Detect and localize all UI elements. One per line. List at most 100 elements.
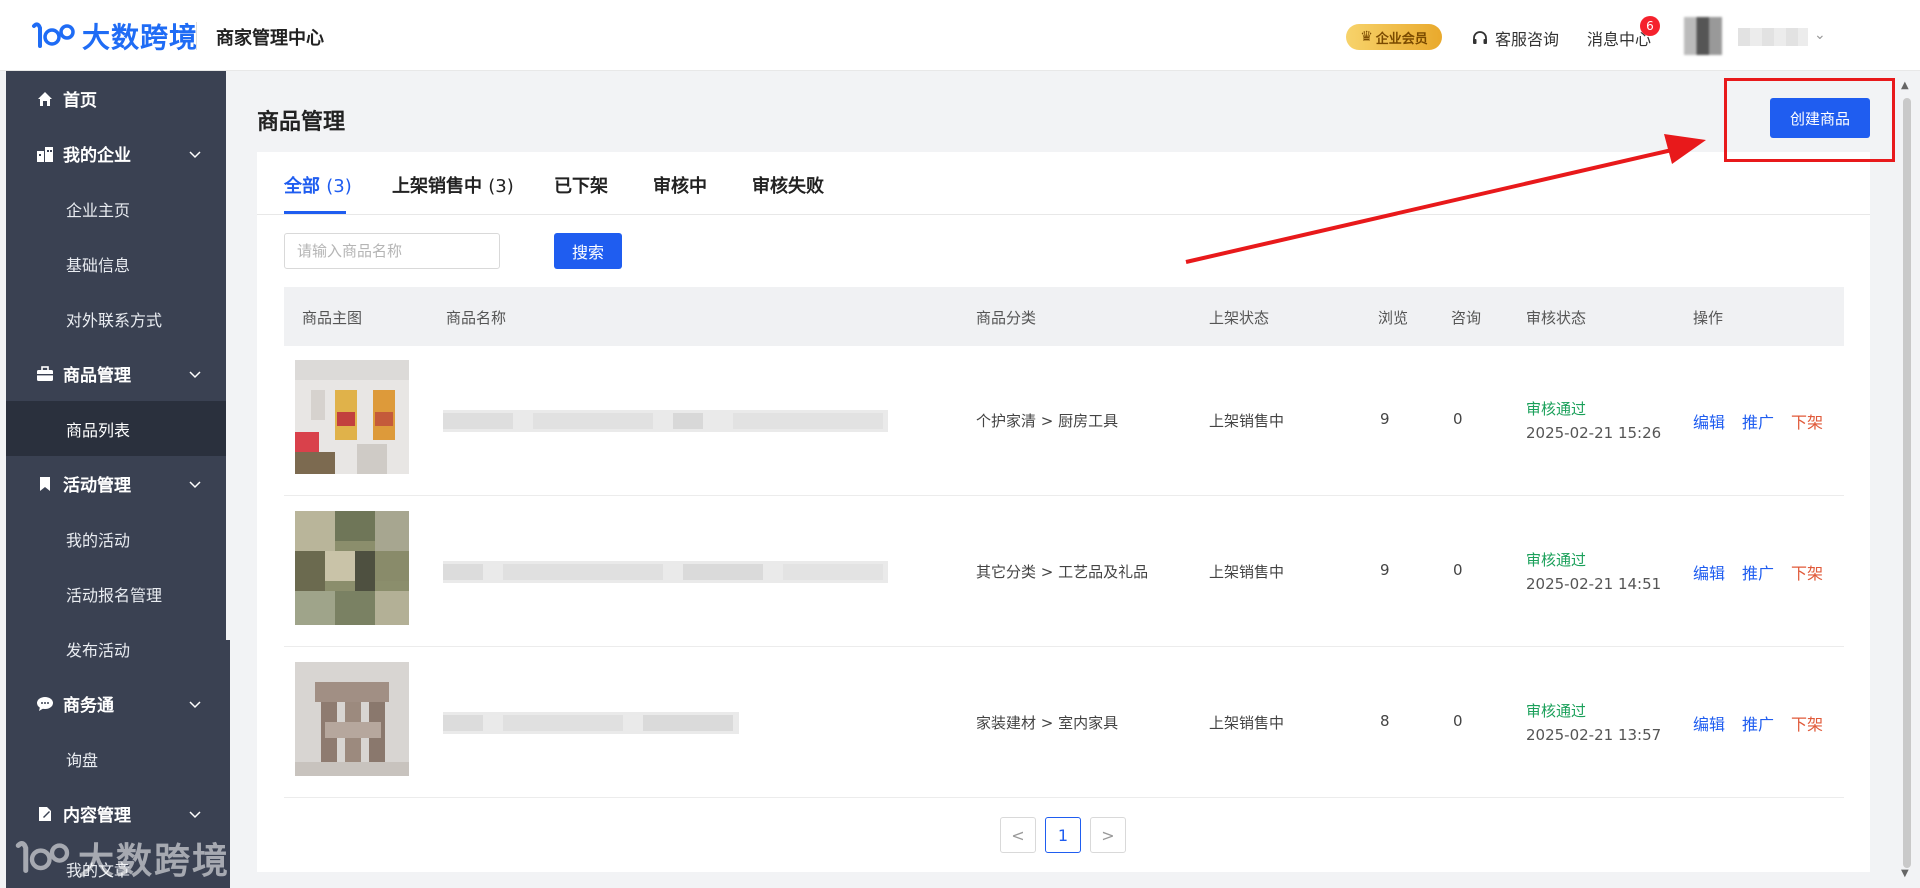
sidebar-item-company-home[interactable]: 企业主页 (6, 181, 226, 236)
sidebar-item-activity-signup[interactable]: 活动报名管理 (6, 566, 226, 621)
service-label: 客服咨询 (1495, 30, 1560, 49)
product-thumbnail[interactable] (295, 360, 409, 474)
tab-review-failed[interactable]: 审核失败 (752, 172, 824, 198)
sidebar-item-contact[interactable]: 对外联系方式 (6, 291, 226, 346)
column-header: 咨询 (1451, 309, 1482, 327)
delist-link[interactable]: 下架 (1791, 560, 1823, 584)
review-time: 2025-02-21 14:51 (1526, 575, 1662, 593)
scroll-up-icon[interactable]: ▲ (1901, 80, 1909, 91)
sidebar-item-publish-activity[interactable]: 发布活动 (6, 621, 226, 676)
brand-logo[interactable]: 大数跨境 (30, 18, 198, 54)
search-button[interactable]: 搜索 (554, 233, 622, 269)
delist-link[interactable]: 下架 (1791, 711, 1823, 735)
sidebar-item-product-management[interactable]: 商品管理 (6, 346, 226, 401)
sidebar: 首页 我的企业 企业主页 基础信息 对外联系方式 商品管理 商品列表 活动管理 … (6, 71, 226, 888)
message-count-badge: 6 (1640, 16, 1660, 36)
listing-status-cell: 上架销售中 (1209, 714, 1285, 732)
review-status: 审核通过 (1526, 551, 1587, 569)
edit-link[interactable]: 编辑 (1693, 409, 1725, 433)
views-cell: 9 (1380, 561, 1390, 579)
column-header: 审核状态 (1526, 309, 1587, 327)
chevron-down-icon (189, 810, 201, 818)
sidebar-item-basic-info[interactable]: 基础信息 (6, 236, 226, 291)
sidebar-item-inquiry[interactable]: 询盘 (6, 731, 226, 786)
status-tabs: 全部 (3) 上架销售中 (3) 已下架 审核中 审核失败 (257, 152, 1870, 215)
sidebar-item-activity-management[interactable]: 活动管理 (6, 456, 226, 511)
sidebar-item-label: 企业主页 (66, 200, 131, 220)
active-tab-indicator (284, 211, 346, 214)
table-row: 家装建材 > 室内家具 上架销售中 8 0 审核通过 2025-02-21 13… (284, 648, 1844, 798)
sidebar-item-business[interactable]: 商务通 (6, 676, 226, 731)
listing-status-cell: 上架销售中 (1209, 563, 1285, 581)
tab-label: 上架销售中 (392, 176, 482, 197)
chat-icon (35, 694, 55, 714)
top-header: 大数跨境 商家管理中心 ♛ 企业会员 客服咨询 消息中心 6 ⌄ (0, 0, 1920, 71)
promote-link[interactable]: 推广 (1742, 560, 1774, 584)
sidebar-item-label: 商品列表 (66, 420, 131, 440)
review-status: 审核通过 (1526, 400, 1587, 418)
sidebar-item-label: 基础信息 (66, 255, 131, 275)
vip-badge[interactable]: ♛ 企业会员 (1346, 24, 1442, 50)
sidebar-item-my-company[interactable]: 我的企业 (6, 126, 226, 181)
inquiries-cell: 0 (1453, 712, 1463, 730)
sidebar-item-label: 对外联系方式 (66, 310, 163, 330)
customer-service-link[interactable]: 客服咨询 (1471, 26, 1559, 50)
tab-delisted[interactable]: 已下架 (554, 172, 608, 198)
prev-page-button[interactable]: < (1000, 817, 1036, 853)
inquiries-cell: 0 (1453, 561, 1463, 579)
product-thumbnail[interactable] (295, 511, 409, 625)
tab-all[interactable]: 全部 (3) (284, 172, 352, 198)
page-title: 商品管理 (257, 110, 346, 135)
tab-on-sale[interactable]: 上架销售中 (3) (392, 172, 514, 198)
next-page-button[interactable]: > (1090, 817, 1126, 853)
sidebar-item-product-list[interactable]: 商品列表 (6, 401, 226, 456)
home-icon (35, 89, 55, 109)
sidebar-item-label: 活动管理 (63, 476, 131, 496)
scroll-down-icon[interactable]: ▼ (1901, 868, 1909, 879)
edit-link[interactable]: 编辑 (1693, 560, 1725, 584)
sidebar-item-my-activities[interactable]: 我的活动 (6, 511, 226, 566)
chevron-down-icon[interactable]: ⌄ (1814, 27, 1826, 43)
promote-link[interactable]: 推广 (1742, 711, 1774, 735)
chevron-down-icon (189, 480, 201, 488)
sidebar-item-label: 发布活动 (66, 640, 131, 660)
product-name-blurred[interactable] (443, 712, 739, 734)
product-search-input[interactable] (284, 233, 500, 269)
building-icon (35, 144, 55, 164)
page-scrollbar[interactable]: ▲ ▼ (1900, 80, 1914, 880)
sidebar-item-label: 询盘 (66, 750, 99, 770)
promote-link[interactable]: 推广 (1742, 409, 1774, 433)
sidebar-item-home[interactable]: 首页 (6, 71, 226, 126)
table-header: 商品主图 商品名称 商品分类 上架状态 浏览 咨询 审核状态 操作 (284, 287, 1844, 346)
product-name-blurred[interactable] (443, 561, 888, 583)
document-icon (35, 804, 55, 824)
sidebar-item-label: 内容管理 (63, 806, 131, 826)
edit-link[interactable]: 编辑 (1693, 711, 1725, 735)
vip-label: 企业会员 (1375, 31, 1428, 47)
delist-link[interactable]: 下架 (1791, 409, 1823, 433)
tab-count: (3) (488, 176, 514, 197)
watermark-logo-icon (15, 841, 70, 873)
table-row: 个护家清 > 厨房工具 上架销售中 9 0 审核通过 2025-02-21 15… (284, 346, 1844, 496)
listing-status-cell: 上架销售中 (1209, 412, 1285, 430)
avatar[interactable] (1684, 17, 1722, 55)
logo-text: 大数跨境 (82, 21, 199, 54)
category-cell: 家装建材 > 室内家具 (976, 714, 1119, 732)
chevron-down-icon (189, 370, 201, 378)
watermark-text: 大数跨境 (78, 841, 231, 882)
page-1-button[interactable]: 1 (1045, 817, 1081, 853)
column-header: 商品分类 (976, 309, 1037, 327)
username-blurred[interactable] (1738, 28, 1808, 46)
category-cell: 个护家清 > 厨房工具 (976, 412, 1119, 430)
views-cell: 8 (1380, 712, 1390, 730)
product-thumbnail[interactable] (295, 662, 409, 776)
watermark: 大数跨境 (12, 832, 230, 884)
scrollbar-thumb[interactable] (1903, 98, 1911, 868)
chevron-down-icon (189, 700, 201, 708)
tab-label: 审核中 (653, 176, 707, 197)
product-name-blurred[interactable] (443, 410, 888, 432)
bookmark-icon (35, 474, 55, 494)
views-cell: 9 (1380, 410, 1390, 428)
tab-reviewing[interactable]: 审核中 (653, 172, 707, 198)
crown-icon: ♛ (1360, 29, 1373, 45)
